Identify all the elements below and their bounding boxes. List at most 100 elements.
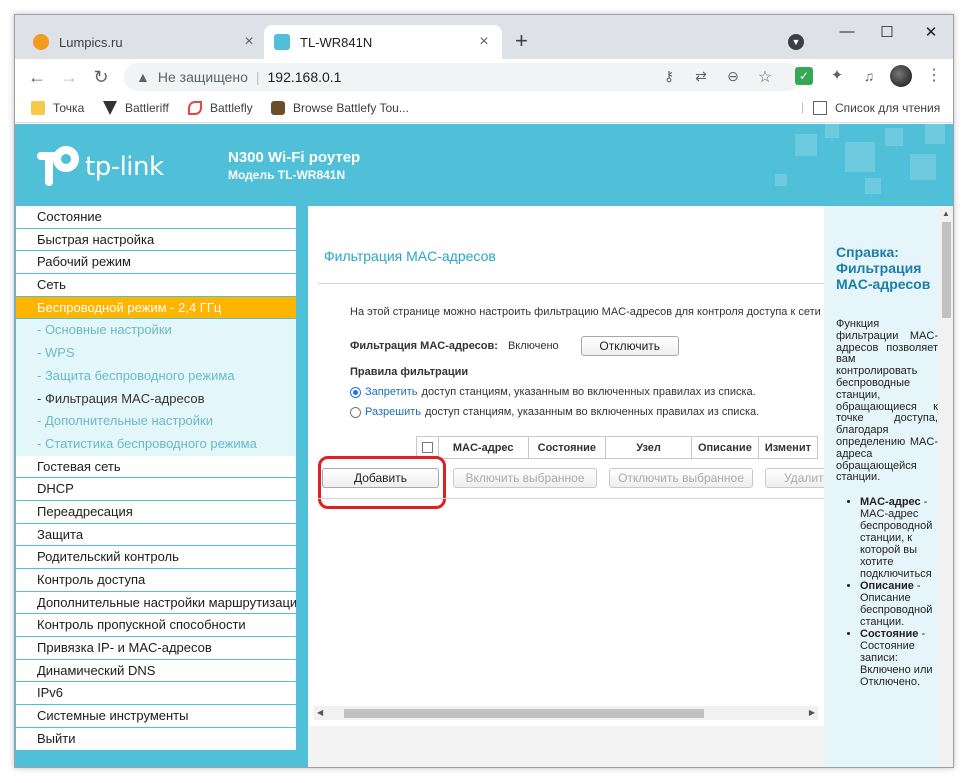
sidebar-item[interactable]: Контроль пропускной способности	[16, 614, 296, 638]
col-edit: Изменит	[757, 436, 819, 459]
extension-check-icon[interactable]: ✓	[795, 67, 813, 85]
main-content: Фильтрация MAC-адресов На этой странице …	[302, 206, 835, 767]
mac-table: MAC-адрес Состояние Узел Описание Измени…	[416, 436, 819, 459]
profile-avatar[interactable]	[890, 65, 912, 87]
divider	[318, 498, 824, 499]
key-icon[interactable]: ⚷	[659, 68, 679, 85]
disable-filter-button[interactable]: Отключить	[580, 336, 679, 356]
deny-text: доступ станциям, указанным во включенных…	[421, 386, 756, 398]
bookmark-battlefy[interactable]: Browse Battlefy Tou...	[271, 101, 409, 115]
bookmark-battleriff[interactable]: Battleriff	[103, 101, 169, 115]
sidebar-item[interactable]: Состояние	[16, 206, 296, 229]
scroll-left-icon[interactable]: ◀	[317, 706, 323, 720]
sidebar-item[interactable]: Контроль доступа	[16, 569, 296, 592]
tab-close-icon[interactable]: ×	[241, 33, 257, 51]
bookmark-battlefly[interactable]: Battlefly	[188, 101, 253, 115]
sidebar-item[interactable]: - Защита беспроводного режима	[16, 364, 296, 388]
sidebar-menu: Состояние Быстрая настройка Рабочий режим С…	[16, 206, 296, 751]
tab-close-icon[interactable]: ×	[476, 33, 492, 51]
allow-text: доступ станциям, указанным во включенных…	[424, 406, 760, 418]
help-item: MAC-адрес - MAC-адрес беспроводной станц…	[860, 496, 938, 580]
col-mac: MAC-адрес	[437, 436, 529, 459]
url-text[interactable]: 192.168.0.1	[268, 69, 342, 85]
maximize-icon[interactable]: ☐	[877, 23, 897, 41]
allow-radio[interactable]	[350, 406, 361, 418]
bookmark-star-icon[interactable]: ☆	[755, 67, 775, 87]
sidebar-item[interactable]: - Фильтрация MAC-адресов	[16, 387, 296, 411]
reload-icon[interactable]: ↻	[89, 65, 113, 89]
select-all-checkbox[interactable]	[421, 442, 433, 454]
bookmarks-bar: Точка Battleriff Battlefly Browse Battle…	[15, 95, 953, 123]
bookmark-label: Browse Battlefy Tou...	[293, 101, 409, 115]
translate-icon[interactable]: ⇄	[691, 68, 711, 85]
sidebar-item[interactable]: Защита	[16, 523, 296, 547]
warning-icon[interactable]: ▲	[136, 69, 150, 85]
scroll-right-icon[interactable]: ▶	[809, 706, 815, 720]
sidebar-item[interactable]: - WPS	[16, 342, 296, 365]
sidebar-item[interactable]: Системные инструменты	[16, 705, 296, 728]
help-term: MAC-адрес	[860, 496, 921, 508]
deny-rule-row: Запретить доступ станциям, указанным во …	[350, 386, 756, 398]
sidebar-item[interactable]: - Основные настройки	[16, 319, 296, 343]
sidebar-item[interactable]: Выйти	[16, 727, 296, 751]
sidebar-item[interactable]: Беспроводной режим - 2,4 ГГц	[16, 296, 296, 320]
scroll-up-icon[interactable]: ▲	[942, 209, 950, 218]
close-window-icon[interactable]: ✕	[921, 23, 941, 41]
sidebar-item[interactable]: - Статистика беспроводного режима	[16, 432, 296, 456]
forward-icon[interactable]: →	[57, 65, 81, 89]
help-item-text: - MAC-адрес беспроводной станции, к кото…	[860, 496, 933, 580]
sidebar-item[interactable]: Гостевая сеть	[16, 455, 296, 479]
minimize-icon[interactable]: —	[837, 23, 857, 40]
sidebar-item[interactable]: Привязка IP- и MAC-адресов	[16, 637, 296, 660]
tab-tl-wr841n[interactable]: TL-WR841N ×	[264, 25, 502, 59]
bookmark-label: Точка	[53, 101, 85, 115]
tplink-logo: tp-link	[37, 146, 164, 188]
model-subtitle: Модель TL-WR841N	[228, 168, 346, 182]
reading-list-label: Список для чтения	[835, 101, 941, 115]
browser-toolbar: ← → ↻ ▲ Не защищено | 192.168.0.1 ⚷ ⇄ ⊖ …	[15, 59, 953, 95]
divider	[318, 283, 824, 284]
help-title: Справка: Фильтрация MAC-адресов	[836, 244, 931, 292]
back-icon[interactable]: ←	[25, 65, 49, 89]
new-tab-icon[interactable]: +	[515, 29, 528, 53]
battlefy-icon	[271, 101, 285, 115]
page-title: Фильтрация MAC-адресов	[324, 248, 496, 264]
media-control-icon[interactable]: ♫	[860, 67, 878, 85]
sidebar-item[interactable]: Рабочий режим	[16, 251, 296, 275]
extensions-puzzle-icon[interactable]: ✦	[828, 67, 846, 85]
disable-selected-button[interactable]: Отключить выбранное	[609, 468, 753, 488]
deny-radio[interactable]	[350, 386, 361, 398]
deny-keyword[interactable]: Запретить	[365, 386, 418, 398]
battleriff-icon	[103, 101, 117, 115]
help-item: Состояние - Состояние записи: Включено и…	[860, 628, 938, 688]
menu-kebab-icon[interactable]: ⋮	[925, 67, 943, 85]
vertical-scrollbar[interactable]: ▲	[938, 206, 953, 767]
reading-list[interactable]: Список для чтения	[813, 101, 940, 115]
sidebar-item[interactable]: Переадресация	[16, 500, 296, 524]
table-header-row: MAC-адрес Состояние Узел Описание Измени…	[416, 436, 819, 459]
sidebar-item[interactable]: - Дополнительные настройки	[16, 410, 296, 433]
page-description: На этой странице можно настроить фильтра…	[350, 306, 828, 318]
help-item: Описание - Описание беспроводной станции…	[860, 580, 938, 628]
sidebar-item[interactable]: IPv6	[16, 682, 296, 706]
tab-lumpics[interactable]: Lumpics.ru ×	[23, 25, 267, 59]
sidebar-item[interactable]: Быстрая настройка	[16, 228, 296, 252]
tab-search-icon[interactable]: ▼	[788, 34, 804, 50]
help-term: Состояние	[860, 628, 919, 640]
sidebar-item[interactable]: DHCP	[16, 478, 296, 501]
allow-keyword[interactable]: Разрешить	[365, 406, 421, 418]
sidebar-item[interactable]: Сеть	[16, 274, 296, 297]
bookmark-tochka[interactable]: Точка	[31, 101, 84, 115]
scrollbar-thumb[interactable]	[942, 222, 951, 318]
sidebar-item[interactable]: Родительский контроль	[16, 546, 296, 569]
tplink-favicon-icon	[274, 34, 290, 50]
horizontal-scrollbar[interactable]: ◀ ▶	[314, 706, 818, 720]
brand-name: tp-link	[85, 152, 164, 182]
folder-icon	[31, 101, 45, 115]
enable-selected-button[interactable]: Включить выбранное	[453, 468, 597, 488]
zoom-icon[interactable]: ⊖	[723, 68, 743, 85]
scrollbar-thumb[interactable]	[344, 709, 704, 718]
sidebar-item[interactable]: Дополнительные настройки маршрутизации	[16, 591, 296, 615]
col-host: Узел	[605, 436, 692, 459]
sidebar-item[interactable]: Динамический DNS	[16, 659, 296, 683]
